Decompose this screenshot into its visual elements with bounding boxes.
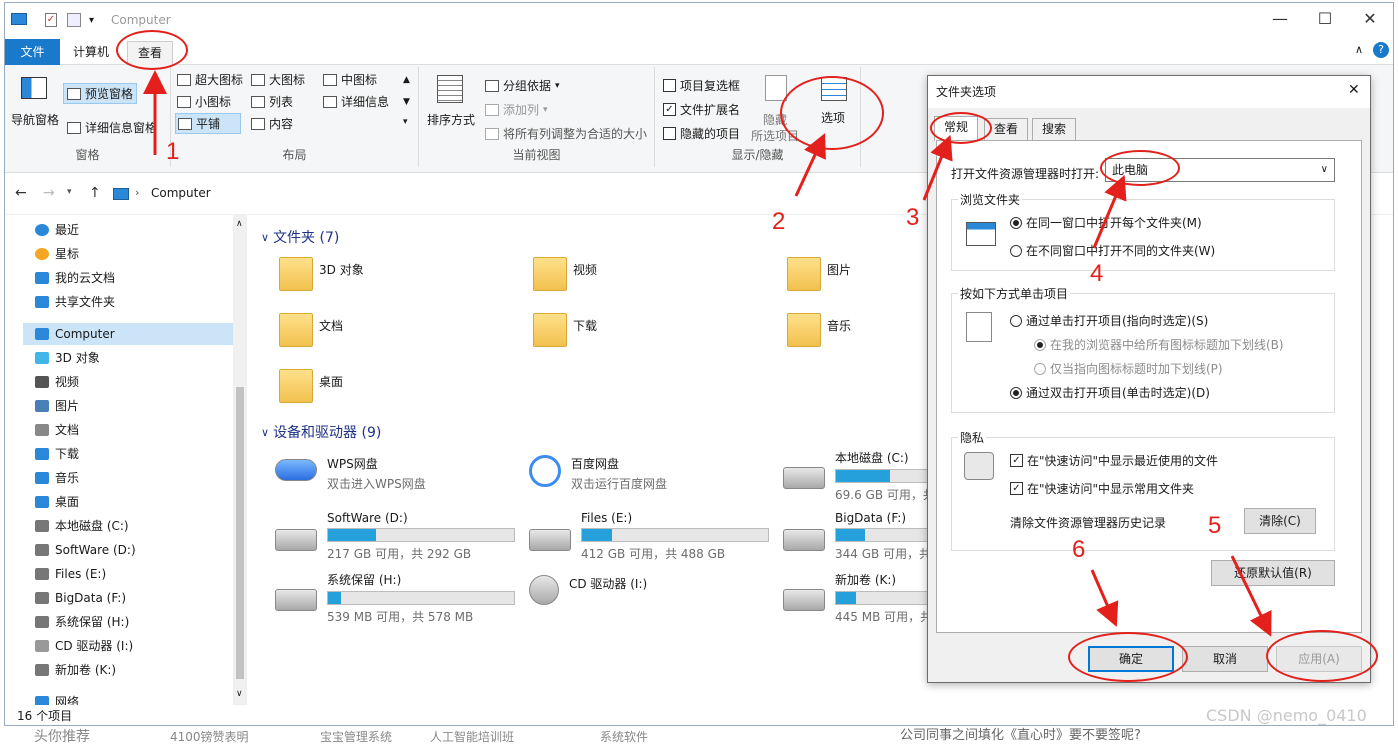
arrow-6 [1090,569,1119,628]
arrow-4 [1092,174,1127,249]
arrow-3 [922,134,953,201]
annotation-number-1: 1 [166,138,180,165]
arrow-2 [794,133,826,197]
annotation-number-6: 6 [1072,536,1086,563]
annotation-number-4: 4 [1090,260,1104,287]
annotation-arrows [143,70,1272,637]
annotation-number-3: 3 [906,204,920,231]
csdn-watermark: CSDN @nemo_0410 [1206,706,1367,725]
arrow-5 [1230,555,1272,637]
annotation-number-2: 2 [772,208,786,235]
annotation-number-5: 5 [1208,512,1222,539]
